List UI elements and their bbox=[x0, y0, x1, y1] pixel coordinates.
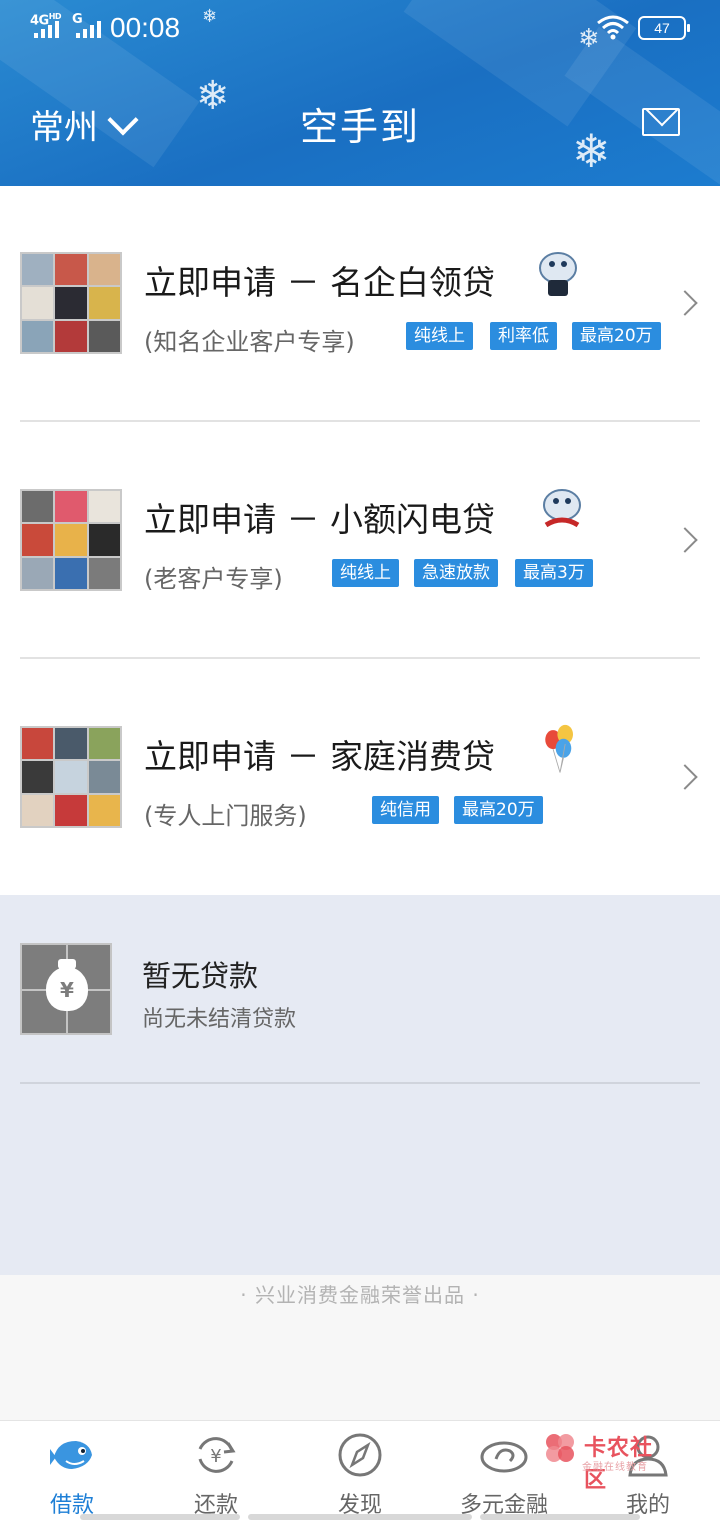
bottom-tab-bar: 借款 ¥ 还款 发现 多元金融 我的 bbox=[0, 1420, 720, 1520]
loan-tag: 纯线上 bbox=[332, 559, 399, 587]
divider bbox=[20, 420, 700, 422]
tab-repay[interactable]: ¥ 还款 bbox=[144, 1421, 288, 1520]
divider bbox=[20, 657, 700, 659]
page-title: 空手到 bbox=[299, 105, 420, 149]
footer-note-text: · 兴业消费金融荣誉出品 · bbox=[240, 1283, 480, 1307]
tab-finance[interactable]: 多元金融 bbox=[432, 1421, 576, 1520]
wifi-icon bbox=[597, 15, 629, 40]
footer-note: · 兴业消费金融荣誉出品 · bbox=[0, 1275, 720, 1420]
no-loan-title: 暂无贷款 bbox=[142, 959, 259, 993]
loan-tag: 纯线上 bbox=[406, 322, 473, 350]
loan-tag: 纯信用 bbox=[372, 796, 439, 824]
loan-tag: 急速放款 bbox=[414, 559, 498, 587]
battery-indicator: 47 bbox=[638, 16, 690, 40]
user-icon bbox=[628, 1435, 668, 1477]
no-loan-subtitle: 尚无未结清贷款 bbox=[142, 1007, 297, 1032]
signal-icon bbox=[34, 16, 59, 38]
yuan-refresh-icon: ¥ bbox=[198, 1437, 236, 1473]
app-header: ❄ ❄ ❄ ❄ 4GHD G 00:08 47 常州 空手到 bbox=[0, 0, 720, 186]
loan-tag: 最高20万 bbox=[572, 322, 661, 350]
loan-title: 立即申请 － 名企白领贷 bbox=[144, 263, 495, 302]
loan-thumbnail bbox=[20, 489, 122, 591]
fish-mascot-icon bbox=[50, 1441, 92, 1469]
loan-card-white-collar[interactable]: 立即申请 － 名企白领贷 (知名企业客户专享) 纯线上 利率低 最高20万 bbox=[0, 186, 720, 422]
mail-icon[interactable] bbox=[642, 108, 680, 136]
loan-subtitle: (知名企业客户专享) bbox=[144, 328, 355, 356]
loan-thumbnail bbox=[20, 252, 122, 354]
loan-subtitle: (老客户专享) bbox=[144, 565, 283, 593]
divider bbox=[20, 1082, 700, 1084]
loan-title: 立即申请 － 家庭消费贷 bbox=[144, 737, 495, 776]
balloons-icon bbox=[545, 724, 573, 773]
loan-tag: 利率低 bbox=[490, 322, 557, 350]
swirl-icon bbox=[480, 1441, 528, 1473]
status-bar: 4GHD G 00:08 47 bbox=[0, 0, 720, 60]
home-indicator bbox=[80, 1514, 240, 1520]
chevron-right-icon bbox=[672, 764, 698, 790]
signal-icon bbox=[76, 16, 101, 38]
tab-discover[interactable]: 发现 bbox=[288, 1421, 432, 1520]
clock: 00:08 bbox=[110, 12, 181, 43]
svg-text:¥: ¥ bbox=[210, 1446, 221, 1467]
fish-mascot-icon bbox=[543, 489, 581, 528]
home-indicator bbox=[248, 1514, 472, 1520]
loan-tag: 最高3万 bbox=[515, 559, 593, 587]
home-indicator bbox=[480, 1514, 640, 1520]
fish-mascot-icon bbox=[539, 252, 577, 296]
loan-card-small-flash[interactable]: 立即申请 － 小额闪电贷 (老客户专享) 纯线上 急速放款 最高3万 bbox=[0, 423, 720, 659]
chevron-right-icon bbox=[672, 290, 698, 316]
money-bag-icon: ¥ bbox=[20, 943, 112, 1035]
no-loan-section: ¥ 暂无贷款 尚无未结清贷款 bbox=[0, 895, 720, 1275]
chevron-right-icon bbox=[672, 527, 698, 553]
loan-thumbnail bbox=[20, 726, 122, 828]
tab-mine[interactable]: 我的 bbox=[576, 1421, 720, 1520]
tab-borrow[interactable]: 借款 bbox=[0, 1421, 144, 1520]
loan-title: 立即申请 － 小额闪电贷 bbox=[144, 500, 495, 539]
loan-card-family[interactable]: 立即申请 － 家庭消费贷 (专人上门服务) 纯信用 最高20万 bbox=[0, 660, 720, 895]
loan-subtitle: (专人上门服务) bbox=[144, 802, 307, 830]
compass-icon bbox=[338, 1433, 382, 1477]
loan-tag: 最高20万 bbox=[454, 796, 543, 824]
yuan-symbol: ¥ bbox=[46, 959, 88, 1011]
